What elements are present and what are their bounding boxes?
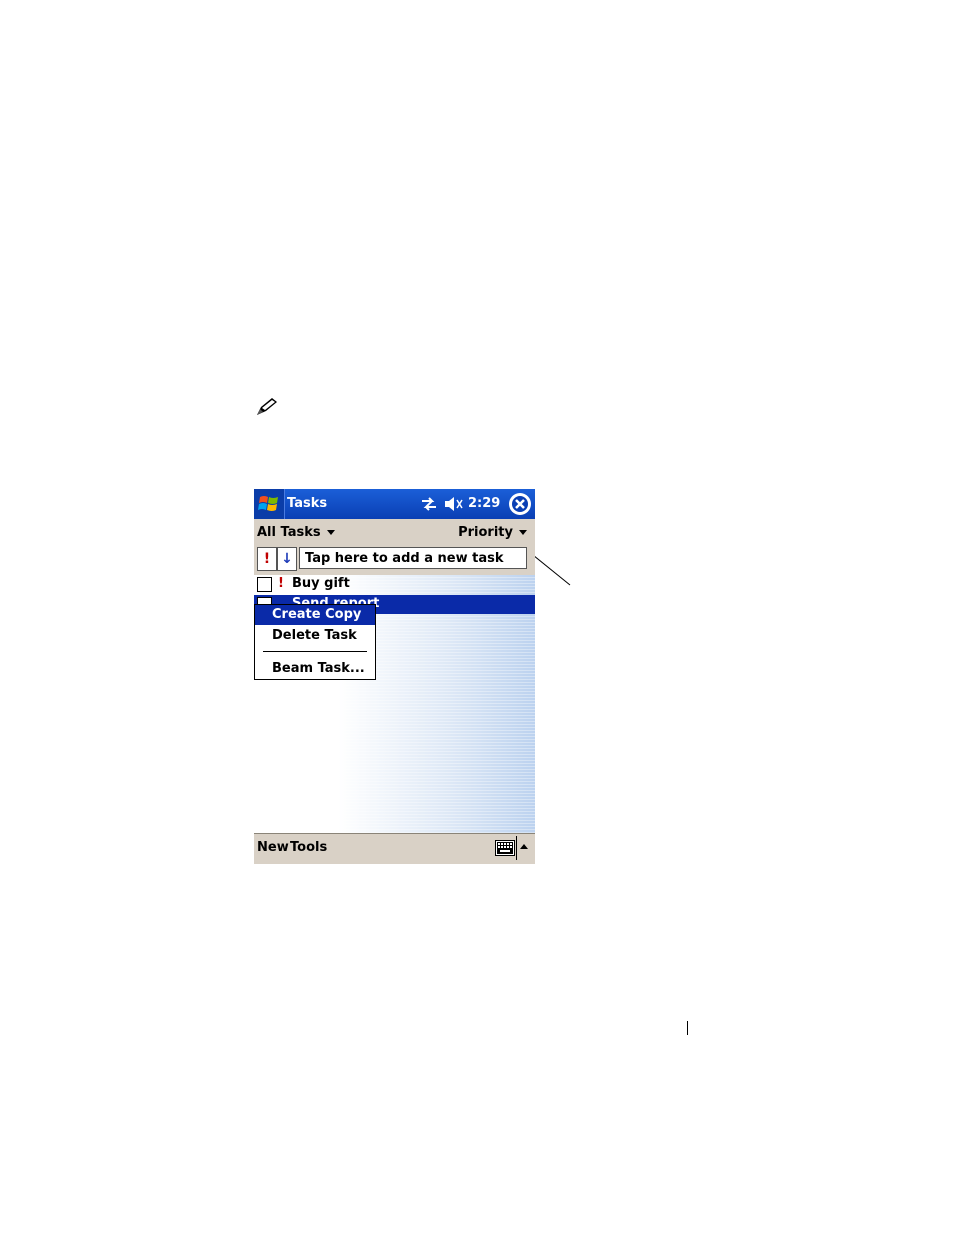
high-priority-button[interactable]: ! — [257, 547, 277, 571]
chevron-up-icon[interactable] — [520, 844, 528, 849]
start-button[interactable] — [254, 489, 285, 519]
filter-bar: All Tasks Priority ! ↓ Tap here to add a… — [254, 519, 535, 575]
low-priority-button[interactable]: ↓ — [277, 547, 297, 571]
menu-separator — [263, 651, 367, 652]
speaker-muted-icon[interactable] — [443, 495, 465, 513]
menu-item-delete-task[interactable]: Delete Task — [255, 626, 375, 646]
new-menu[interactable]: New — [257, 840, 289, 855]
title-bar: Tasks 2:29 — [254, 489, 535, 519]
sync-arrows-icon[interactable] — [420, 495, 438, 513]
windows-flag-icon — [258, 496, 278, 511]
app-title: Tasks — [287, 496, 328, 511]
chevron-down-icon — [519, 530, 527, 535]
new-task-entry[interactable]: Tap here to add a new task — [299, 547, 527, 569]
category-filter-label: All Tasks — [257, 525, 321, 540]
task-label: Buy gift — [292, 576, 350, 591]
menu-item-create-copy[interactable]: Create Copy — [255, 605, 375, 625]
close-icon — [510, 494, 530, 514]
page-marker — [687, 1021, 688, 1035]
chevron-down-icon — [326, 530, 335, 535]
task-row[interactable]: ! Buy gift — [254, 575, 535, 594]
category-filter-dropdown[interactable]: All Tasks — [257, 525, 335, 540]
keyboard-icon[interactable] — [495, 840, 515, 856]
pencil-note-icon — [257, 398, 277, 415]
clock[interactable]: 2:29 — [468, 496, 500, 511]
close-button[interactable] — [509, 493, 531, 515]
context-menu: Create Copy Delete Task Beam Task... — [254, 604, 376, 680]
sort-dropdown[interactable]: Priority — [458, 525, 527, 540]
sip-separator — [516, 836, 517, 860]
priority-marker: ! — [278, 576, 284, 591]
tools-menu[interactable]: Tools — [290, 840, 327, 855]
sort-label: Priority — [458, 525, 513, 540]
menu-item-beam-task[interactable]: Beam Task... — [255, 659, 375, 679]
command-bar: New Tools — [254, 833, 535, 864]
pocketpc-screen: Tasks 2:29 All Tasks Priority ! ↓ Tap he… — [254, 489, 535, 864]
task-checkbox[interactable] — [257, 577, 272, 592]
